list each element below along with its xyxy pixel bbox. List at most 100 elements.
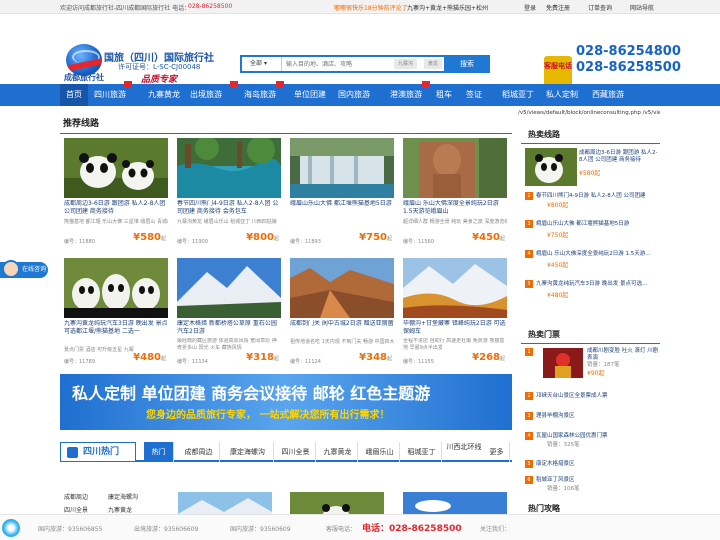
buddha-photo[interactable] [403, 138, 507, 198]
chat-bubble-icon[interactable] [2, 519, 20, 537]
nav-outbound[interactable]: 出境旅游 [190, 84, 222, 106]
orders-link[interactable]: 订单查询 [588, 3, 612, 12]
tab-more[interactable]: 更多 [484, 442, 510, 462]
route-desc: 超详细人群 畅游全景 纯玩 美食之旅 深度游览峨眉山 [403, 219, 507, 225]
price-unit: 起 [386, 236, 392, 242]
nav-teambuilding[interactable]: 单位团建 [294, 84, 326, 106]
promo-link[interactable]: 九寨沟+黄龙+熊猫乐园+松州 [407, 3, 488, 12]
panda-photo[interactable] [64, 138, 168, 198]
route-card[interactable]: 九寨沟黄龙纯玩汽车3日游 晚出发 景点可选都江堰/熊猫基地 二选一 景点门票 酒… [64, 258, 168, 372]
footer-phone: 电话：028-86258500 [362, 524, 462, 534]
ticket-item[interactable]: 6 稻城亚丁风景区 [525, 476, 660, 484]
ticket-title[interactable]: 成都川剧变脸 吐火 滚灯 川剧表演 [587, 348, 659, 362]
route-title[interactable]: 峨眉山乐山大佛 都江堰熊猫基地5日游 [290, 200, 394, 220]
tab-jiuzhai[interactable]: 九寨黄龙 [318, 442, 358, 462]
nav-carrental[interactable]: 租车 [436, 84, 452, 106]
tab-emei[interactable]: 峨眉乐山 [360, 442, 400, 462]
route-title[interactable]: 成都到门关 阆中古城2日游 赠送亚丽菌 [290, 320, 394, 340]
nav-visa[interactable]: 签证 [466, 84, 482, 106]
route-card[interactable]: 峨眉山 乐山大佛深度全景纯玩2日游 1.5天游览峨眉山 超详细人群 畅游全景 纯… [403, 138, 507, 252]
autumn-forest-photo[interactable] [403, 258, 507, 318]
nav-hkmacau[interactable]: 港澳旅游 [390, 84, 422, 106]
route-title[interactable]: 春节四川熊门4-9日游 私人2-8人团 公司团建 商务接待 会务包车 [177, 200, 281, 220]
panda-thumbnail[interactable] [525, 148, 577, 186]
hot-line-title[interactable]: 成都周边3-6日游 跟团游 私人2-8人团 公司团建 商务接待 [579, 150, 657, 163]
nav-tibet[interactable]: 西藏旅游 [592, 84, 624, 106]
hot-line-item[interactable]: 4 峨眉山 乐山大佛深度全景纯玩2日游 1.5天游... [525, 250, 660, 258]
route-card[interactable]: 康定木格措 新都桥塔公草原 重石公园汽车2日游 最经典的藏区旅游 体验高原风情 … [177, 258, 281, 372]
nav-sichuan[interactable]: 四川旅游 [94, 84, 126, 106]
hot-line-item[interactable]: 2 春节四川熊门4-9日游 私人2-8人团 公司团建 [525, 192, 660, 200]
lake-photo[interactable] [177, 138, 281, 198]
ticket-title[interactable]: 瓦屋山国家森林公园优惠门票 [536, 433, 608, 439]
ticket-title[interactable]: 稻城亚丁风景区 [536, 477, 575, 483]
pandas-photo[interactable] [64, 258, 168, 318]
search-tag-jiuzhai[interactable]: 九寨沟 [394, 59, 418, 69]
nav-island[interactable]: 海岛旅游 [244, 84, 276, 106]
search-tag-huanglong[interactable]: 黄龙 [424, 59, 443, 69]
ticket-item[interactable]: 3 理县毕棚沟景区 [525, 412, 660, 420]
ticket-title[interactable]: 邛崃天台山景区全景票成人票 [536, 393, 608, 399]
route-card[interactable]: 成都周边3-6日游 跟团游 私人2-8人团 公司团建 商务接待 熊猫基地 都江堰… [64, 138, 168, 252]
tab-northwest[interactable]: 川西北环线 [444, 442, 484, 472]
route-card[interactable]: 成都到门关 阆中古城2日游 赠送亚丽菌 祖传地道名吃 1天内观 不到门关 畅游 … [290, 258, 394, 372]
ticket-title[interactable]: 理县毕棚沟景区 [536, 413, 575, 419]
hot-line-title[interactable]: 峨眉山 乐山大佛深度全景纯玩2日游 1.5天游... [536, 251, 651, 257]
canyon-photo[interactable] [290, 258, 394, 318]
recommended-section-header: 推荐线路 [60, 116, 512, 134]
sitemap-link[interactable]: 网站导航 [630, 3, 654, 12]
rank-badge: 3 [525, 220, 533, 228]
price-value: 800 [253, 232, 274, 243]
route-title[interactable]: 成都周边3-6日游 跟团游 私人2-8人团 公司团建 商务接待 [64, 200, 168, 220]
register-link[interactable]: 免费注册 [546, 3, 570, 12]
login-link[interactable]: 登录 [524, 3, 536, 12]
route-card[interactable]: 峨眉山乐山大佛 都江堰熊猫基地5日游 编号：11893 ¥750起 [290, 138, 394, 252]
search-input[interactable] [286, 59, 390, 69]
rank-badge: 4 [525, 250, 533, 258]
route-card[interactable]: 春节四川熊门4-9日游 私人2-8人团 公司团建 商务接待 会务包车 九寨沟黄龙… [177, 138, 281, 252]
online-consult-button[interactable]: 在线咨询 [0, 260, 48, 278]
route-code: 编号：11789 [64, 359, 95, 365]
nav-daocheng[interactable]: 稻城亚丁 [502, 84, 534, 106]
tab-kangding[interactable]: 康定海螺沟 [222, 442, 274, 462]
route-title[interactable]: 峨眉山 乐山大佛深度全景纯玩2日游 1.5天游览峨眉山 [403, 200, 507, 220]
hot-line-title[interactable]: 春节四川熊门4-9日游 私人2-8人团 公司团建 [536, 193, 645, 199]
hot-line-title[interactable]: 九寨沟黄龙纯玩汽车3日游 晚出发 景点可选... [536, 281, 647, 287]
hot-line-item[interactable]: 3 峨眉山乐山大佛 都江堰熊猫基地5日游 [525, 220, 660, 228]
hot-line-item[interactable]: 成都周边3-6日游 跟团游 私人2-8人团 公司团建 商务接待 [579, 150, 659, 164]
waterfall-photo[interactable] [290, 138, 394, 198]
bottom-link-kangding[interactable]: 康定海螺沟 [108, 492, 138, 501]
nav-private[interactable]: 私人定制 [546, 84, 578, 106]
route-title[interactable]: 九寨沟黄龙纯玩汽车3日游 晚出发 景点可选都江堰/熊猫基地 二选一 [64, 320, 168, 340]
tab-hot[interactable]: 热门 [144, 442, 174, 462]
rank-badge: 2 [525, 392, 533, 400]
rank-badge: 1 [525, 348, 533, 356]
bottom-link-jiuzhai[interactable]: 九寨黄龙 [108, 505, 132, 514]
footer-domestic: 国内旅游：935606855 [38, 526, 103, 533]
search-category-select[interactable]: 全部 ▾ [242, 57, 282, 71]
route-price: ¥580起 [133, 232, 166, 243]
logo-license: 许可证号：L-SC-CJ00048 [118, 63, 201, 71]
tab-chengdu[interactable]: 成都周边 [178, 442, 220, 462]
ticket-item[interactable]: 5 康定木格措景区 [525, 460, 660, 468]
tab-sichuan-all[interactable]: 四川全景 [276, 442, 316, 462]
snow-mountain-photo[interactable] [177, 258, 281, 318]
route-code: 编号：11155 [403, 359, 434, 365]
ticket-title[interactable]: 康定木格措景区 [536, 461, 575, 467]
hot-line-item[interactable]: 5 九寨沟黄龙纯玩汽车3日游 晚出发 景点可选... [525, 280, 660, 288]
tab-daocheng[interactable]: 稻城亚丁 [402, 442, 442, 462]
hot-line-title[interactable]: 峨眉山乐山大佛 都江堰熊猫基地5日游 [536, 221, 629, 227]
hot-line-price: ¥800起 [547, 202, 569, 209]
ticket-item[interactable]: 2 邛崃天台山景区全景票成人票 [525, 392, 660, 400]
route-title[interactable]: 毕棚沟+甘堡藏寨 错峰纯玩2日游 可选保姆车 [403, 320, 507, 340]
ticket-item[interactable]: 4 瓦屋山国家森林公园优惠门票 [525, 432, 660, 440]
promo-banner[interactable]: 私人定制 单位团建 商务会议接待 邮轮 红色主题游 您身边的品质旅行专家， 一站… [60, 374, 512, 430]
route-card[interactable]: 毕棚沟+甘堡藏寨 错峰纯玩2日游 可选保姆车 全程不进店 自助行 高速走杜甫 免… [403, 258, 507, 372]
nav-jiuzhai[interactable]: 九寨黄龙 [148, 84, 180, 106]
bottom-link-sichuan[interactable]: 四川全景 [64, 505, 88, 514]
route-title[interactable]: 康定木格措 新都桥塔公草原 重石公园汽车2日游 [177, 320, 281, 340]
nav-home[interactable]: 首页 [60, 84, 88, 106]
nav-domestic[interactable]: 国内旅游 [338, 84, 370, 106]
bottom-link-chengdu[interactable]: 成都周边 [64, 492, 88, 501]
search-button[interactable]: 搜索 [444, 55, 490, 73]
